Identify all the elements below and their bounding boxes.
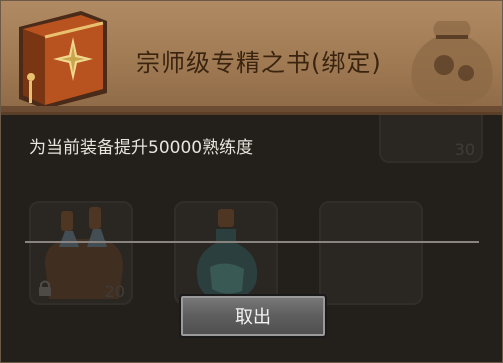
- take-out-button[interactable]: 取出: [179, 294, 327, 338]
- take-out-button-label: 取出: [235, 307, 271, 328]
- item-popup: 30 20: [0, 0, 503, 363]
- item-title: 宗师级专精之书(绑定): [136, 49, 382, 77]
- divider: [25, 241, 479, 243]
- popup-header: 宗师级专精之书(绑定): [1, 1, 502, 115]
- skill-book-icon: [19, 11, 107, 109]
- item-description: 为当前装备提升50000熟练度: [29, 138, 254, 158]
